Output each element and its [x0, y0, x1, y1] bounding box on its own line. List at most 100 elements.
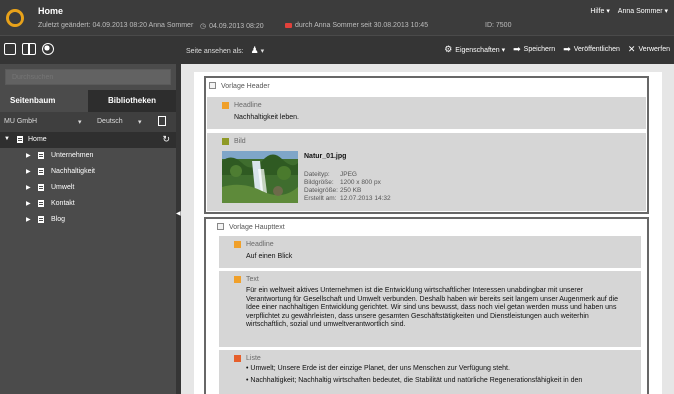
chevron-down-icon[interactable]: ▾ — [78, 118, 82, 126]
tree-item-label: Umwelt — [51, 184, 75, 191]
collapsed-arrow-icon[interactable]: ▶ — [26, 184, 31, 191]
globe-icon[interactable] — [42, 43, 54, 55]
image-type-icon — [222, 138, 229, 145]
save-label: Speichern — [523, 46, 556, 53]
tab-libraries[interactable]: Bibliotheken — [88, 90, 176, 112]
template-name: Vorlage Header — [221, 83, 270, 90]
site-select[interactable]: MU GmbH — [4, 118, 37, 125]
template-block-main-text[interactable]: Vorlage Haupttext Headline Auf einen Bli… — [204, 217, 649, 394]
tree-item-label: Blog — [51, 216, 66, 223]
headline-type-icon — [234, 241, 241, 248]
element-type-label: Text — [246, 276, 259, 283]
element-type-label: Headline — [246, 241, 274, 248]
headline-type-icon — [222, 102, 229, 109]
lock-info: durch Anna Sommer seit 30.08.2013 10:45 — [285, 22, 428, 29]
scheduled-date: 04.09.2013 08:20 — [209, 23, 264, 30]
tree-filters: MU GmbH ▾ Deutsch ▾ — [0, 112, 176, 132]
body-text[interactable]: Für ein weltweit aktives Unternehmen ist… — [246, 287, 626, 330]
page-icon — [38, 200, 44, 207]
template-icon — [209, 82, 216, 89]
publish-button[interactable]: ➡ Veröffentlichen — [563, 44, 620, 55]
tree-item-umwelt[interactable]: ▶ Umwelt — [0, 180, 176, 196]
single-view-icon[interactable] — [4, 43, 16, 55]
add-page-icon[interactable] — [158, 116, 166, 126]
app-logo-icon — [6, 9, 24, 27]
tree-item-kontakt[interactable]: ▶ Kontakt — [0, 196, 176, 212]
locked-by-text: durch Anna Sommer seit 30.08.2013 10:45 — [295, 22, 429, 29]
image-element[interactable]: Bild Natur_01.jpg Dateityp: JPEG Bildgrö… — [207, 133, 646, 211]
meta-key: Dateityp: — [304, 171, 330, 178]
collapsed-arrow-icon[interactable]: ▶ — [26, 216, 31, 223]
list-element[interactable]: Liste • Umwelt; Unsere Erde ist der einz… — [219, 350, 641, 394]
save-button[interactable]: ➡ Speichern — [513, 44, 555, 55]
toolbar-actions: ⚙ Eigenschaften ▾ ➡ Speichern ➡ Veröffentli… — [444, 44, 670, 55]
view-as-dropdown[interactable]: ▾ — [261, 48, 265, 55]
page-title: Home — [38, 6, 64, 16]
page-id: ID: 7500 — [485, 22, 512, 29]
page-canvas: Vorlage Header Headline Nachhaltigkeit l… — [194, 72, 662, 394]
meta-value: JPEG — [340, 171, 357, 178]
page-icon — [38, 152, 44, 159]
search-input[interactable] — [5, 69, 171, 85]
split-view-icon[interactable] — [22, 43, 36, 55]
image-metadata: Dateityp: JPEG Bildgröße: 1200 x 800 px Da… — [304, 171, 391, 203]
close-icon: ✕ — [627, 44, 636, 54]
tree-item-label: Home — [28, 136, 47, 143]
template-icon — [217, 223, 224, 230]
user-menu[interactable]: Anna Sommer ▾ — [618, 8, 668, 15]
tree-item-home[interactable]: ▼ Home ↻ — [0, 132, 176, 148]
template-block-header[interactable]: Vorlage Header Headline Nachhaltigkeit l… — [204, 76, 649, 214]
list-item[interactable]: • Nachhaltigkeit; Nachhaltig wirtschafte… — [246, 375, 582, 387]
element-type-label: Liste — [246, 355, 261, 362]
element-type-label: Headline — [234, 102, 262, 109]
discard-label: Verwerfen — [638, 46, 670, 53]
headline-text[interactable]: Auf einen Blick — [246, 253, 292, 260]
template-label: Vorlage Header — [209, 82, 270, 90]
help-menu[interactable]: Hilfe ▾ — [590, 8, 609, 15]
chevron-down-icon[interactable]: ▾ — [138, 118, 142, 126]
discard-button[interactable]: ✕ Verwerfen — [628, 44, 670, 55]
collapsed-arrow-icon[interactable]: ▶ — [26, 168, 31, 175]
collapsed-arrow-icon[interactable]: ▶ — [26, 200, 31, 207]
sidebar: Seitenbaum Bibliotheken MU GmbH ▾ Deutsc… — [0, 64, 176, 394]
text-type-icon — [234, 276, 241, 283]
page-icon — [38, 216, 44, 223]
expanded-arrow-icon[interactable]: ▼ — [4, 136, 10, 142]
save-arrow-icon: ➡ — [513, 44, 521, 54]
person-icon: ♟ — [250, 45, 259, 55]
template-name: Vorlage Haupttext — [229, 224, 285, 231]
language-select[interactable]: Deutsch — [97, 118, 123, 125]
page-tree: ▼ Home ↻ ▶ Unternehmen ▶ Nachhaltigkeit … — [0, 132, 176, 228]
headline-element[interactable]: Headline Nachhaltigkeit leben. — [207, 97, 646, 129]
collapse-arrow-icon[interactable]: ◀ — [176, 210, 181, 217]
page-icon — [38, 168, 44, 175]
publish-arrow-icon: ➡ — [563, 44, 571, 54]
meta-key: Dateigröße: — [304, 187, 338, 194]
editor-area: Vorlage Header Headline Nachhaltigkeit l… — [181, 64, 674, 394]
collapsed-arrow-icon[interactable]: ▶ — [26, 152, 31, 159]
tree-item-blog[interactable]: ▶ Blog — [0, 212, 176, 228]
publish-label: Veröffentlichen — [573, 46, 620, 53]
text-element[interactable]: Text Für ein weltweit aktives Unternehme… — [219, 271, 641, 347]
template-label: Vorlage Haupttext — [217, 223, 285, 231]
list-item[interactable]: • Umwelt; Unsere Erde ist der einzige Pl… — [246, 363, 510, 375]
properties-button[interactable]: ⚙ Eigenschaften ▾ — [444, 44, 505, 55]
headline-element[interactable]: Headline Auf einen Blick — [219, 236, 641, 268]
meta-key: Erstellt am: — [304, 195, 337, 202]
meta-key: Bildgröße: — [304, 179, 334, 186]
tree-item-nachhaltigkeit[interactable]: ▶ Nachhaltigkeit — [0, 164, 176, 180]
nature-photo[interactable] — [222, 151, 298, 203]
layout-switcher — [4, 43, 54, 55]
tree-item-label: Unternehmen — [51, 152, 94, 159]
headline-text[interactable]: Nachhaltigkeit leben. — [234, 114, 299, 121]
sidebar-tabs: Seitenbaum Bibliotheken — [0, 90, 176, 112]
header-menus: Hilfe ▾ Anna Sommer ▾ — [584, 7, 668, 15]
tree-item-unternehmen[interactable]: ▶ Unternehmen — [0, 148, 176, 164]
refresh-icon[interactable]: ↻ — [162, 134, 170, 145]
nature-photo-svg — [222, 151, 298, 203]
tree-item-label: Kontakt — [51, 200, 75, 207]
page-icon — [17, 136, 23, 143]
view-as-selector[interactable]: Seite ansehen als: ♟ ▾ — [186, 45, 264, 56]
tab-page-tree[interactable]: Seitenbaum — [0, 90, 88, 112]
tree-item-label: Nachhaltigkeit — [51, 168, 95, 175]
